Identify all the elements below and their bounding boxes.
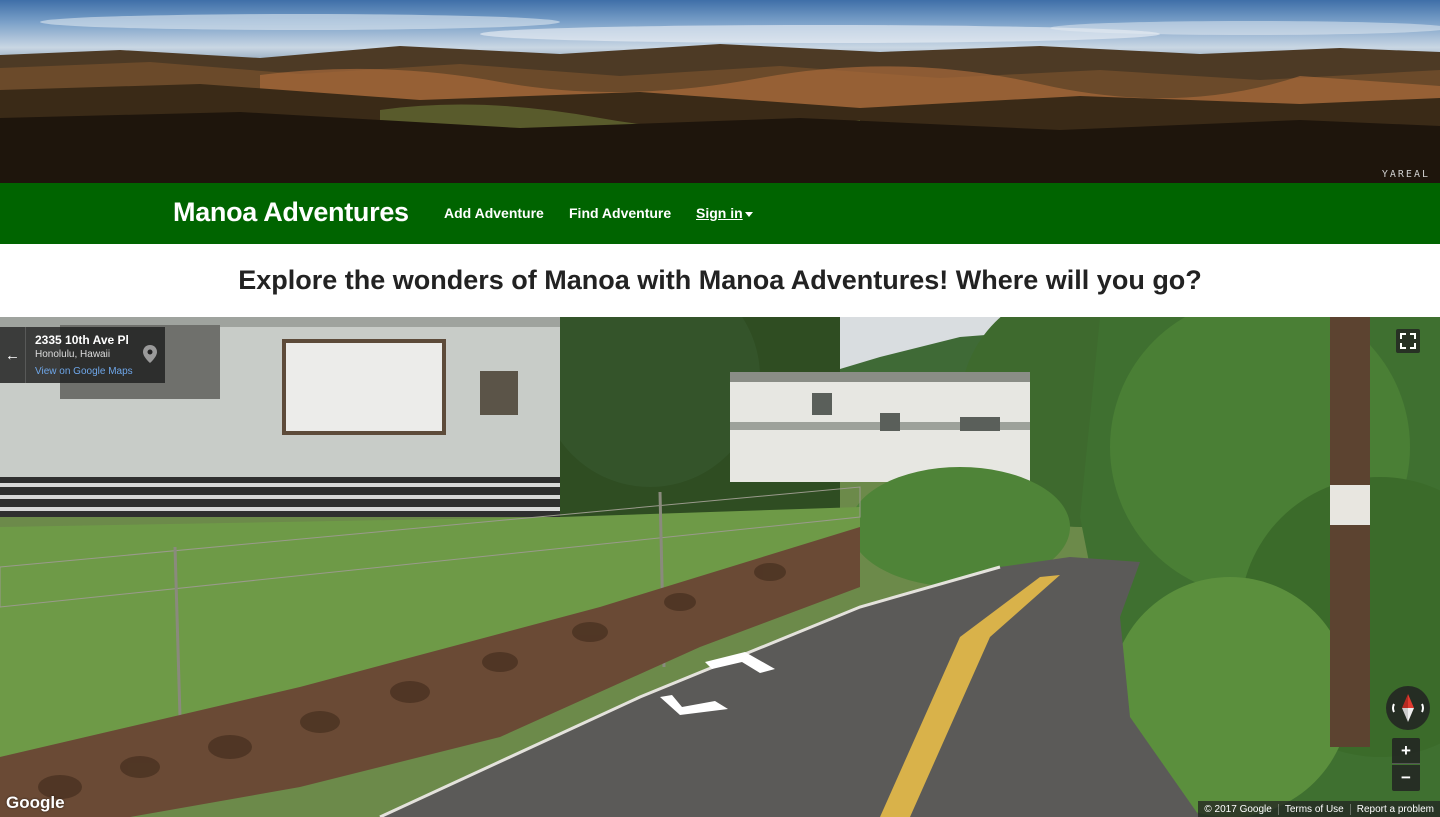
map-pin-icon: [143, 345, 157, 363]
sign-in-label: Sign in: [696, 205, 743, 221]
hero-banner: YAREAL: [0, 0, 1440, 183]
map-footer-bar: © 2017 Google Terms of Use Report a prob…: [1198, 801, 1440, 817]
terms-of-use-link[interactable]: Terms of Use: [1277, 803, 1350, 815]
navbar: Manoa Adventures Add Adventure Find Adve…: [0, 183, 1440, 244]
nav-find-adventure[interactable]: Find Adventure: [569, 205, 671, 221]
view-on-google-maps-link[interactable]: View on Google Maps: [35, 366, 133, 377]
hero-watermark: YAREAL: [1381, 169, 1430, 180]
fullscreen-button[interactable]: [1396, 329, 1420, 353]
compass-icon: [1392, 694, 1424, 722]
brand-link[interactable]: Manoa Adventures: [173, 197, 409, 228]
copyright-text: © 2017 Google: [1204, 803, 1272, 815]
nav-sign-in-dropdown[interactable]: Sign in: [696, 205, 753, 221]
report-problem-link[interactable]: Report a problem: [1349, 803, 1440, 815]
street-view-scene: [0, 317, 1440, 817]
street-view-panorama[interactable]: ← 2335 10th Ave Pl Honolulu, Hawaii View…: [0, 317, 1440, 817]
nav-add-adventure[interactable]: Add Adventure: [444, 205, 544, 221]
back-arrow-icon[interactable]: ←: [0, 327, 26, 383]
address-line2: Honolulu, Hawaii: [35, 349, 111, 360]
fullscreen-icon: [1400, 333, 1416, 349]
caret-down-icon: [744, 211, 753, 217]
address-card: ← 2335 10th Ave Pl Honolulu, Hawaii View…: [0, 327, 165, 383]
zoom-out-button[interactable]: −: [1392, 765, 1420, 791]
compass-control[interactable]: [1386, 686, 1430, 730]
zoom-in-button[interactable]: +: [1392, 738, 1420, 764]
page-tagline: Explore the wonders of Manoa with Manoa …: [238, 265, 1202, 295]
address-line1: 2335 10th Ave Pl: [35, 333, 129, 347]
google-logo: Google: [6, 793, 65, 812]
hero-landscape-image: [0, 14, 1440, 183]
